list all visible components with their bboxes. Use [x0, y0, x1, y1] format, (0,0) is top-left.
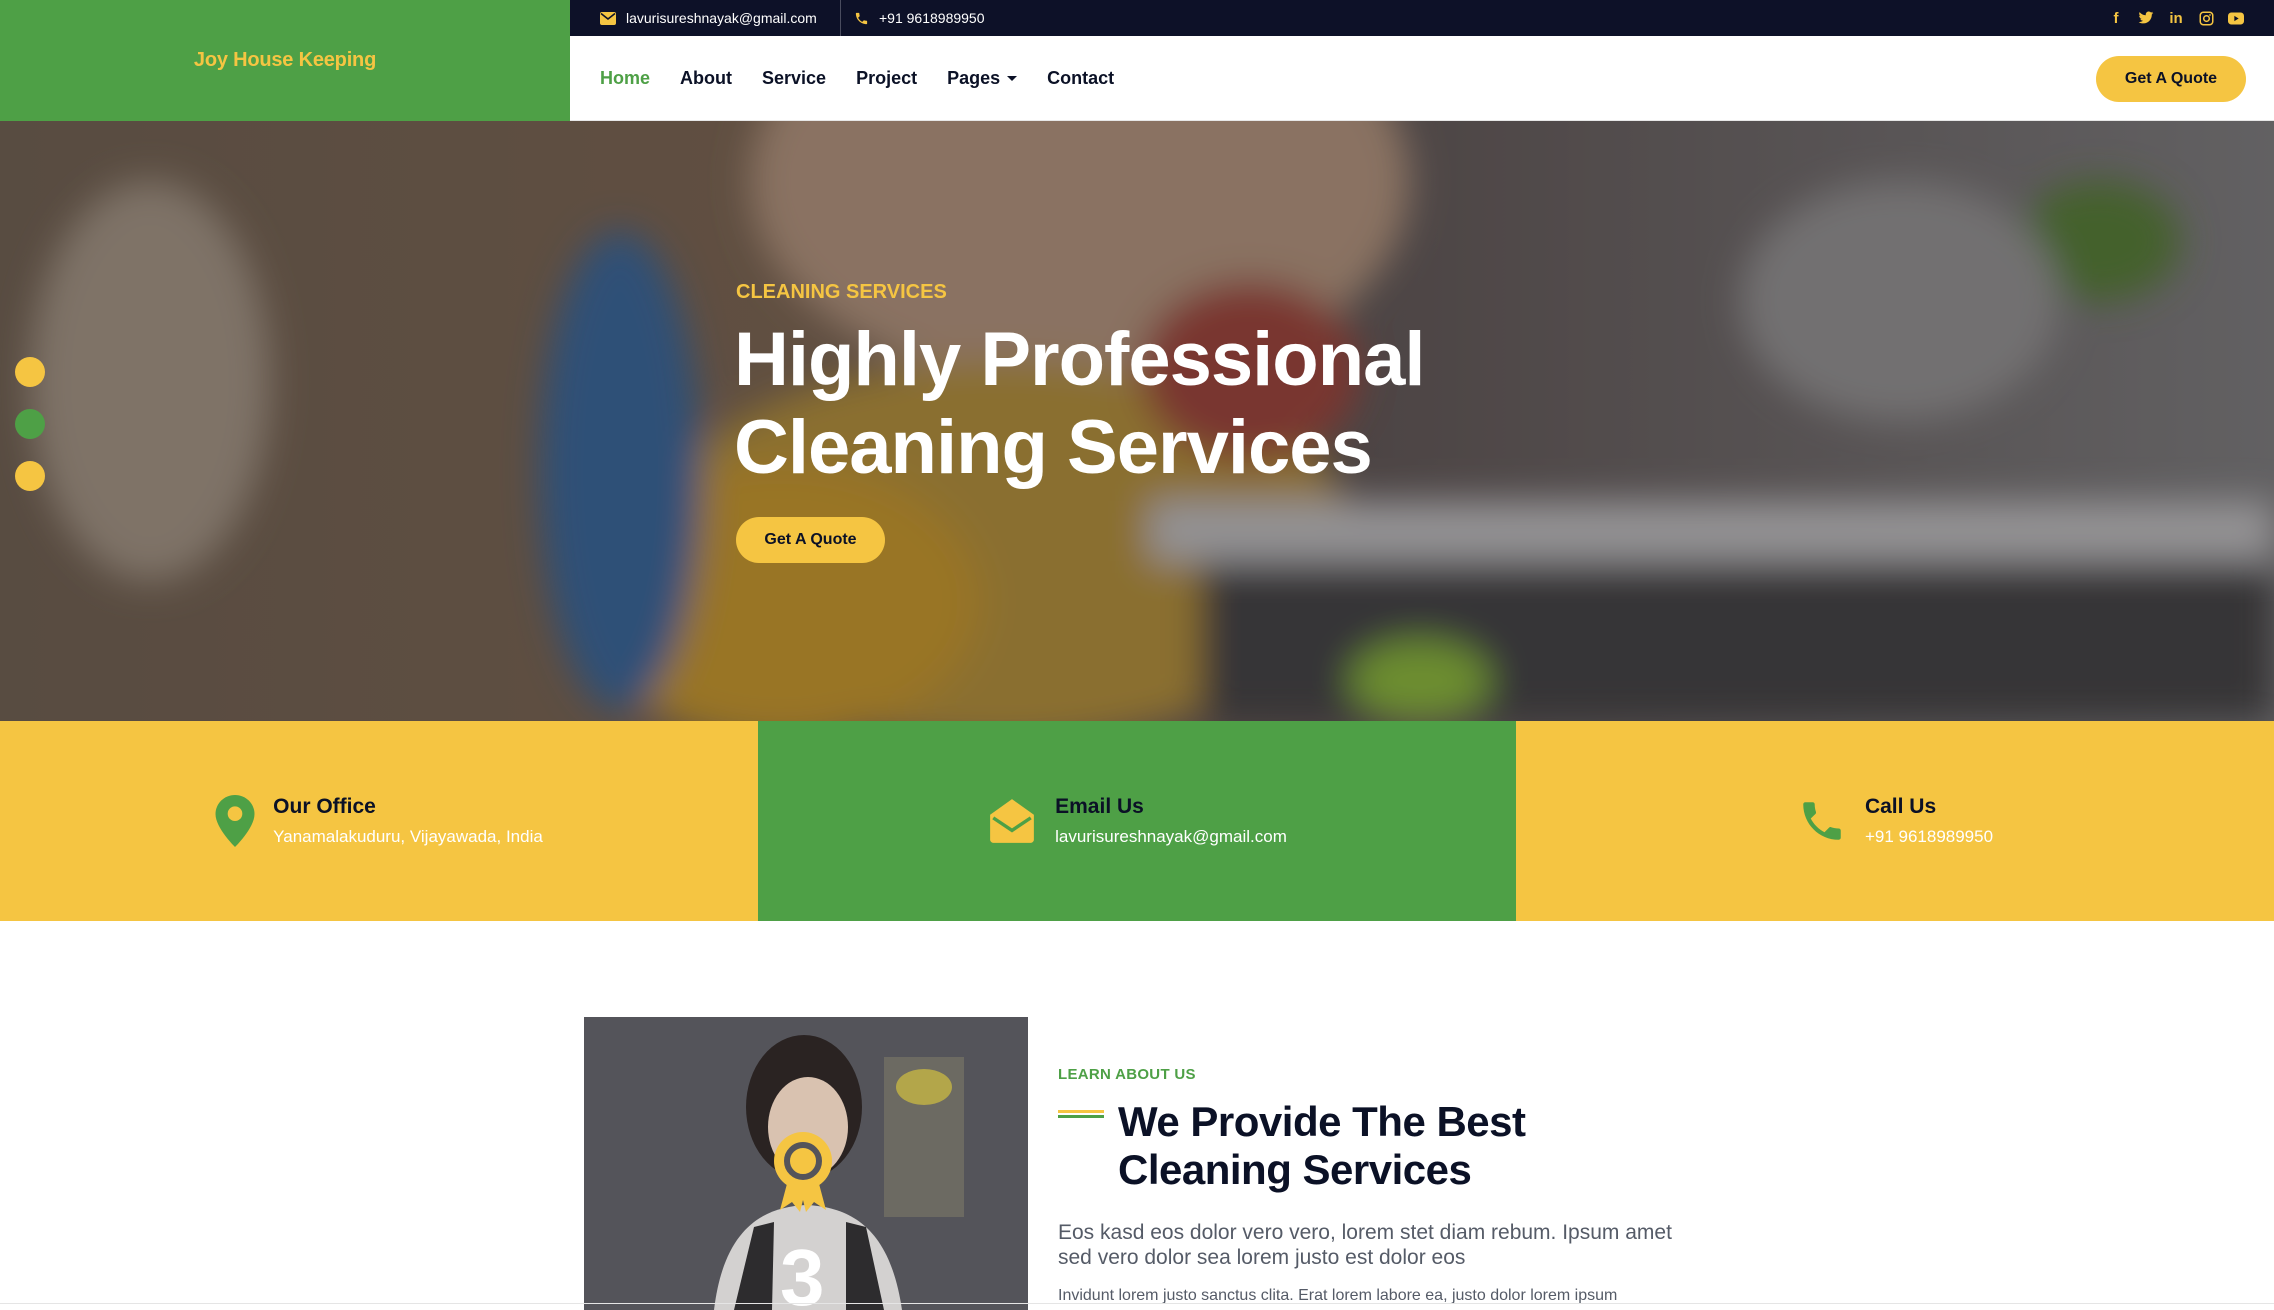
nav-pages-dropdown[interactable]: Pages	[947, 68, 1018, 89]
main-nav: Home About Service Project Pages Contact…	[570, 36, 2274, 121]
award-ribbon-icon	[772, 1130, 834, 1219]
get-quote-button[interactable]: Get A Quote	[2096, 56, 2246, 102]
about-lead-paragraph: Eos kasd eos dolor vero vero, lorem stet…	[1058, 1221, 1672, 1269]
envelope-open-icon	[987, 796, 1037, 846]
about-title-line-2: Cleaning Services	[1118, 1146, 1472, 1193]
nav-about[interactable]: About	[680, 68, 732, 89]
about-kicker: LEARN ABOUT US	[1058, 1066, 1196, 1083]
email-card-title: Email Us	[1055, 795, 1144, 818]
carousel-dot-2[interactable]	[15, 409, 45, 439]
office-card-title: Our Office	[273, 795, 376, 818]
topbar-phone[interactable]: +91 9618989950	[854, 0, 985, 36]
instagram-icon[interactable]	[2198, 11, 2214, 26]
nav-contact[interactable]: Contact	[1047, 68, 1114, 89]
facebook-icon[interactable]: f	[2108, 10, 2124, 27]
hero-title-line-2: Cleaning Services	[734, 405, 1373, 490]
email-card-address[interactable]: lavurisureshnayak@gmail.com	[1055, 827, 1287, 847]
hero-title: Highly Professional Cleaning Services	[734, 316, 1554, 492]
call-card: Call Us +91 9618989950	[1516, 721, 2274, 921]
nav-pages-label: Pages	[947, 68, 1001, 88]
brand-name: Joy House Keeping	[193, 49, 377, 71]
topbar-email-text: lavurisureshnayak@gmail.com	[626, 10, 817, 26]
office-card-address: Yanamalakuduru, Vijayawada, India	[273, 827, 543, 846]
contact-info-strip: Our Office Yanamalakuduru, Vijayawada, I…	[0, 721, 2274, 921]
hero-title-line-1: Highly Professional	[734, 317, 1426, 402]
nav-service[interactable]: Service	[762, 68, 826, 89]
envelope-icon	[600, 11, 616, 25]
carousel-dot-3[interactable]	[15, 461, 45, 491]
phone-icon	[1797, 796, 1847, 846]
email-card: Email Us lavurisureshnayak@gmail.com	[758, 721, 1516, 921]
hero-subtitle: CLEANING SERVICES	[736, 281, 947, 303]
page-bottom-divider	[0, 1303, 2274, 1304]
about-title: We Provide The Best Cleaning Services	[1118, 1098, 1678, 1194]
top-bar: lavurisureshnayak@gmail.com +91 96189899…	[570, 0, 2274, 36]
office-card: Our Office Yanamalakuduru, Vijayawada, I…	[0, 721, 758, 921]
hero-carousel: CLEANING SERVICES Highly Professional Cl…	[0, 121, 2274, 721]
years-experience-number: 3	[780, 1233, 825, 1310]
brand-logo[interactable]: Joy House Keeping	[0, 0, 570, 121]
topbar-phone-text: +91 9618989950	[879, 10, 985, 26]
twitter-icon[interactable]	[2138, 11, 2154, 25]
call-card-title: Call Us	[1864, 795, 1937, 818]
hero-get-quote-button[interactable]: Get A Quote	[736, 517, 885, 563]
accent-bar-yellow	[1058, 1110, 1104, 1113]
social-links: f in	[2108, 0, 2244, 36]
linkedin-icon[interactable]: in	[2168, 10, 2184, 27]
nav-project[interactable]: Project	[856, 68, 917, 89]
carousel-indicators	[15, 357, 45, 491]
call-card-phone[interactable]: +91 9618989950	[1865, 827, 1993, 847]
title-accent-bars	[1058, 1110, 1104, 1118]
map-pin-icon	[215, 795, 255, 847]
carousel-dot-1[interactable]	[15, 357, 45, 387]
accent-bar-green	[1058, 1115, 1104, 1118]
about-title-line-1: We Provide The Best	[1118, 1098, 1526, 1145]
nav-links: Home About Service Project Pages Contact	[600, 36, 1114, 121]
youtube-icon[interactable]	[2228, 12, 2244, 25]
topbar-email[interactable]: lavurisureshnayak@gmail.com	[600, 0, 817, 36]
nav-home[interactable]: Home	[600, 68, 650, 89]
caret-down-icon	[1007, 76, 1018, 81]
topbar-divider	[840, 0, 841, 36]
phone-icon	[854, 11, 869, 26]
